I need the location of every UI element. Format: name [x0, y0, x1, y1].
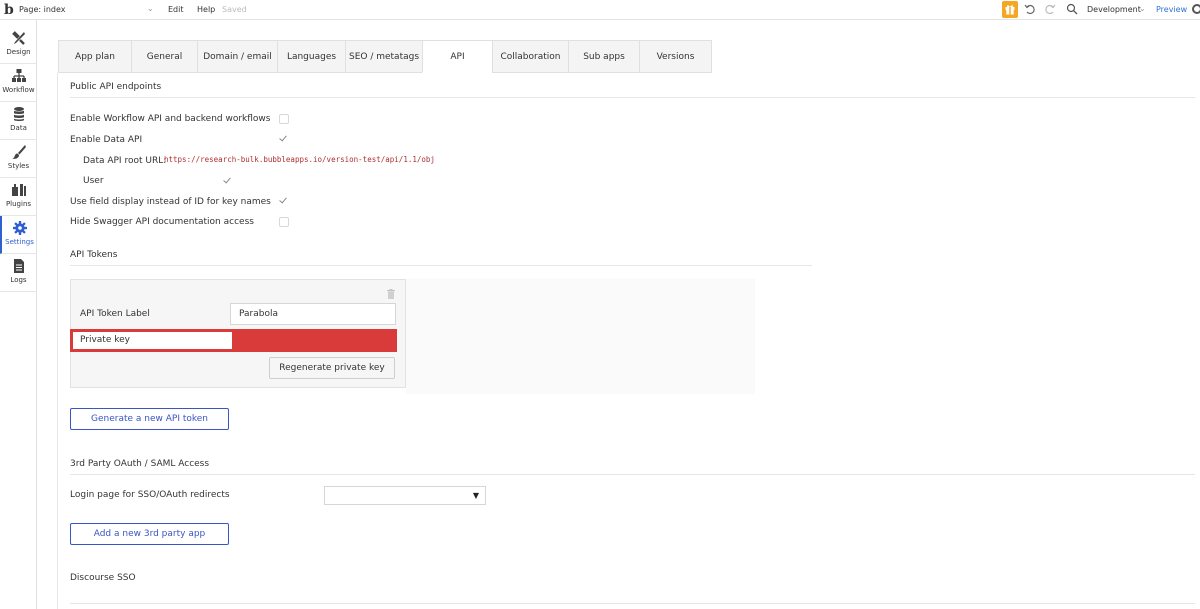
add-3rd-party-app-button[interactable]: Add a new 3rd party app [70, 523, 229, 545]
sidebar-item-label: Logs [10, 276, 27, 284]
top-bar: b Page: index ⌄ Edit Help Saved Developm… [0, 0, 1200, 20]
sidebar-item-design[interactable]: Design [0, 26, 37, 64]
enable-workflow-api-label: Enable Workflow API and backend workflow… [70, 114, 271, 124]
design-icon [11, 31, 25, 45]
refresh-icon[interactable] [1192, 4, 1200, 14]
login-page-label: Login page for SSO/OAuth redirects [70, 490, 230, 500]
page-selector[interactable]: Page: index [19, 5, 66, 14]
field-display-label: Use field display instead of ID for key … [70, 197, 271, 207]
sidebar-item-label: Data [10, 124, 27, 132]
workflow-icon [11, 69, 26, 82]
tab-domain-email[interactable]: Domain / email [197, 40, 277, 73]
sidebar-item-label: Settings [5, 238, 34, 246]
search-icon[interactable] [1066, 3, 1078, 15]
tab-seo-metatags[interactable]: SEO / metatags [345, 40, 422, 73]
tab-api[interactable]: API [422, 40, 492, 73]
divider [70, 603, 1195, 604]
edit-menu[interactable]: Edit [168, 5, 184, 14]
chevron-down-icon[interactable]: ⌄ [1139, 4, 1146, 13]
bubble-logo[interactable]: b [4, 2, 14, 18]
login-page-dropdown[interactable]: ▼ [324, 486, 486, 505]
tab-collaboration[interactable]: Collaboration [492, 40, 568, 73]
sidebar-item-styles[interactable]: Styles [0, 140, 37, 178]
tab-languages[interactable]: Languages [277, 40, 345, 73]
enable-data-api-checkbox[interactable] [279, 134, 289, 144]
tab-versions[interactable]: Versions [639, 40, 712, 73]
tab-general[interactable]: General [131, 40, 197, 73]
field-display-checkbox[interactable] [279, 196, 289, 206]
gift-button[interactable] [1002, 1, 1018, 18]
caret-down-icon: ▼ [472, 491, 479, 500]
brush-icon [11, 145, 26, 159]
gear-icon [12, 221, 27, 235]
sidebar-item-label: Plugins [5, 200, 32, 208]
document-icon [13, 259, 24, 273]
sidebar: Design Workflow Data Styles Plugins Sett… [0, 20, 37, 609]
api-token-label-input[interactable]: Parabola [230, 303, 396, 325]
user-label: User [83, 176, 104, 186]
plugin-icon [11, 184, 26, 196]
hide-swagger-checkbox[interactable] [279, 217, 289, 227]
private-key-row-redacted: Private key [70, 329, 397, 352]
chevron-down-icon[interactable]: ⌄ [147, 4, 154, 13]
section-title-api-tokens: API Tokens [70, 250, 118, 260]
sidebar-item-logs[interactable]: Logs [0, 254, 37, 292]
sidebar-item-plugins[interactable]: Plugins [0, 178, 37, 216]
private-key-label: Private key [73, 332, 232, 349]
data-api-root-url[interactable]: https://research-bulk.bubbleapps.io/vers… [164, 155, 435, 164]
sidebar-item-settings[interactable]: Settings [0, 216, 37, 254]
tab-app-plan[interactable]: App plan [58, 40, 131, 73]
undo-icon[interactable] [1024, 3, 1036, 15]
regenerate-private-key-button[interactable]: Regenerate private key [269, 357, 395, 379]
token-panel-shadow [406, 279, 755, 394]
data-api-root-url-label: Data API root URL: [83, 156, 167, 166]
sidebar-item-data[interactable]: Data [0, 102, 37, 140]
help-menu[interactable]: Help [197, 5, 215, 14]
user-checkbox[interactable] [223, 176, 233, 186]
redo-icon[interactable] [1044, 3, 1056, 15]
preview-link[interactable]: Preview [1156, 5, 1187, 14]
saved-status: Saved [222, 5, 247, 14]
enable-data-api-label: Enable Data API [70, 135, 143, 145]
hide-swagger-label: Hide Swagger API documentation access [70, 217, 254, 227]
sidebar-item-label: Design [6, 48, 31, 56]
sidebar-item-workflow[interactable]: Workflow [0, 64, 37, 102]
tab-sub-apps[interactable]: Sub apps [568, 40, 639, 73]
divider [70, 474, 1195, 475]
divider [70, 265, 812, 266]
gift-icon [1005, 5, 1015, 15]
environment-selector[interactable]: Development [1087, 5, 1141, 14]
divider [70, 97, 1195, 98]
database-icon [13, 107, 24, 121]
generate-api-token-button[interactable]: Generate a new API token [70, 408, 229, 430]
enable-workflow-api-checkbox[interactable] [279, 114, 289, 124]
api-token-label-label: API Token Label [80, 309, 150, 319]
sidebar-item-label: Styles [7, 162, 30, 170]
section-title-oauth: 3rd Party OAuth / SAML Access [70, 459, 210, 469]
section-title-public-api: Public API endpoints [70, 82, 162, 92]
sidebar-item-label: Workflow [2, 86, 35, 94]
trash-icon[interactable] [387, 289, 395, 299]
section-title-discourse-sso: Discourse SSO [70, 573, 136, 583]
